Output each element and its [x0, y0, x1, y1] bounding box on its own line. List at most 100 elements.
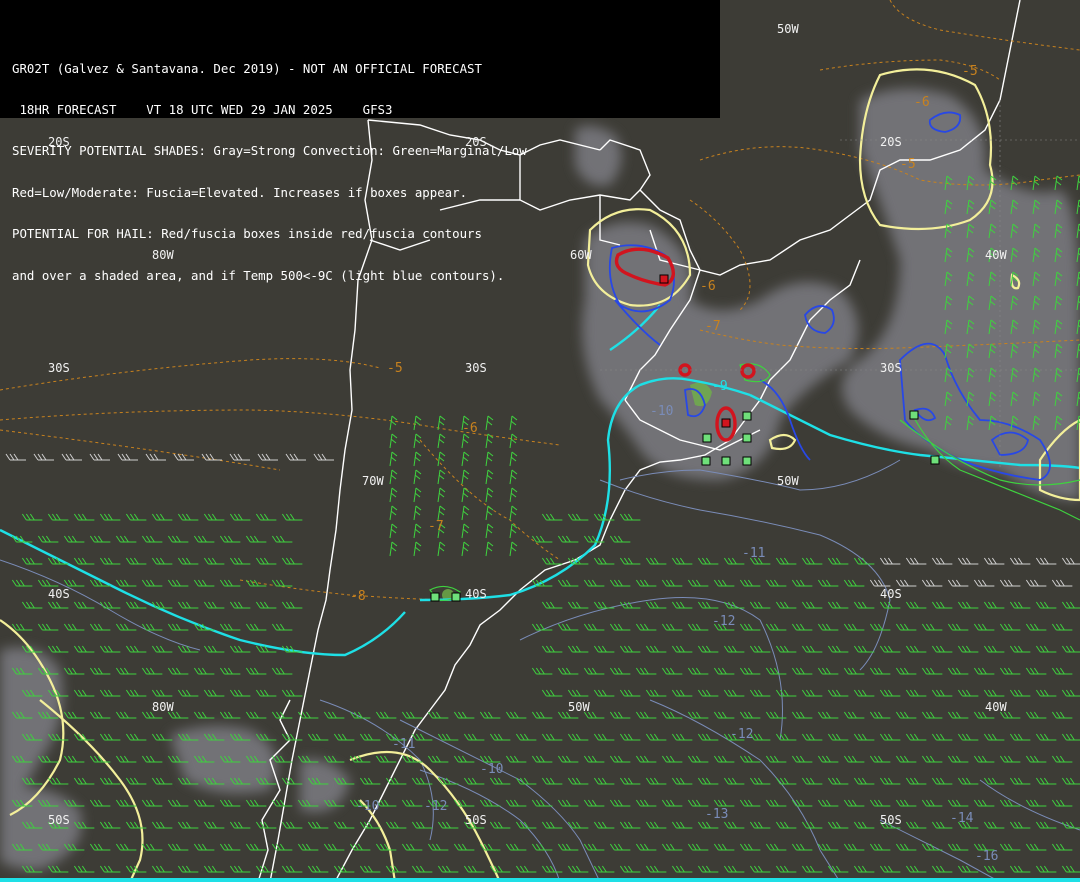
wind-barb	[203, 689, 225, 697]
wind-barb	[827, 645, 849, 653]
wind-barb	[765, 623, 787, 631]
wind-barb	[333, 865, 355, 873]
wind-barb	[21, 557, 43, 565]
wind-barb	[99, 777, 121, 785]
temp-label: -6	[914, 95, 930, 110]
lat-label: 50S	[48, 813, 70, 827]
wind-barb	[11, 579, 33, 587]
wind-barb	[879, 601, 901, 609]
wind-barb	[509, 469, 518, 485]
temp-label: -12	[730, 727, 753, 742]
wind-barb	[713, 711, 735, 719]
wind-barb	[219, 667, 241, 675]
wind-barb	[957, 557, 979, 565]
wind-barb	[645, 733, 667, 741]
wind-barb	[583, 799, 605, 807]
wind-barb	[869, 623, 891, 631]
wind-barb	[281, 557, 303, 565]
wind-barb	[999, 579, 1021, 587]
wind-barb	[931, 557, 953, 565]
temp-label: -9	[712, 379, 728, 394]
wind-barb	[801, 821, 823, 829]
wind-barb	[271, 667, 293, 675]
wind-barb	[453, 711, 475, 719]
wind-barb	[47, 513, 69, 521]
wind-barb	[801, 777, 823, 785]
wind-barb	[167, 799, 189, 807]
wind-barb	[557, 755, 579, 763]
temp-label: -7	[428, 519, 444, 534]
wind-barb	[63, 667, 85, 675]
wind-barb	[609, 667, 631, 675]
wind-barb	[203, 645, 225, 653]
wind-barb	[115, 843, 137, 851]
wind-barb	[141, 667, 163, 675]
wind-barb	[567, 645, 589, 653]
wind-barb	[713, 843, 735, 851]
wind-barb	[853, 733, 875, 741]
wind-barb	[697, 777, 719, 785]
wind-barb	[151, 513, 173, 521]
wind-barb	[115, 667, 137, 675]
wind-barb	[1051, 799, 1073, 807]
wind-barb	[61, 453, 82, 461]
wind-barb	[485, 415, 494, 431]
wind-barb	[1009, 601, 1031, 609]
wind-barb	[89, 711, 111, 719]
wind-barb	[203, 601, 225, 609]
wind-barb	[485, 487, 494, 503]
wind-barb	[869, 579, 891, 587]
temp-label: -11	[742, 546, 765, 561]
wind-barb	[461, 433, 470, 449]
wind-barb	[713, 799, 735, 807]
lon-label: 70W	[362, 474, 384, 488]
lon-label: 50W	[568, 700, 590, 714]
wind-barb	[645, 777, 667, 785]
wind-barb	[697, 601, 719, 609]
wind-barb	[635, 843, 657, 851]
wind-barb	[141, 535, 163, 543]
wind-barb	[389, 523, 398, 539]
wind-barb	[635, 711, 657, 719]
wind-barb	[389, 505, 398, 521]
wind-barb	[151, 689, 173, 697]
wind-barb	[515, 865, 537, 873]
wind-barb	[541, 733, 563, 741]
wind-barb	[853, 777, 875, 785]
wind-barb	[73, 777, 95, 785]
wind-barb	[193, 799, 215, 807]
wind-barb	[245, 799, 267, 807]
wind-barb	[461, 451, 470, 467]
wind-barb	[509, 451, 518, 467]
wind-barb	[389, 451, 398, 467]
wind-barb	[671, 601, 693, 609]
wind-barb	[411, 865, 433, 873]
wind-barb	[117, 453, 138, 461]
wind-barb	[463, 865, 485, 873]
wind-barb	[99, 557, 121, 565]
wind-barb	[413, 433, 422, 449]
wind-barb	[401, 843, 423, 851]
wind-barb	[619, 689, 641, 697]
wind-barb	[461, 523, 470, 539]
wind-barb	[869, 799, 891, 807]
wind-barb	[453, 843, 475, 851]
wind-barb	[509, 541, 518, 557]
wind-barb	[151, 777, 173, 785]
wind-barb	[765, 843, 787, 851]
wind-barb	[609, 579, 631, 587]
wind-barb	[645, 821, 667, 829]
wind-barb	[489, 777, 511, 785]
wind-barb	[713, 667, 735, 675]
wind-barb	[827, 689, 849, 697]
wind-barb	[333, 821, 355, 829]
wind-barb	[203, 821, 225, 829]
wind-barb	[37, 535, 59, 543]
wind-barb	[765, 799, 787, 807]
wind-barb	[853, 689, 875, 697]
wind-barb	[437, 505, 446, 521]
slate-contours	[0, 459, 1080, 882]
wind-barb	[177, 821, 199, 829]
wind-barb	[437, 865, 459, 873]
wind-barb	[11, 623, 33, 631]
